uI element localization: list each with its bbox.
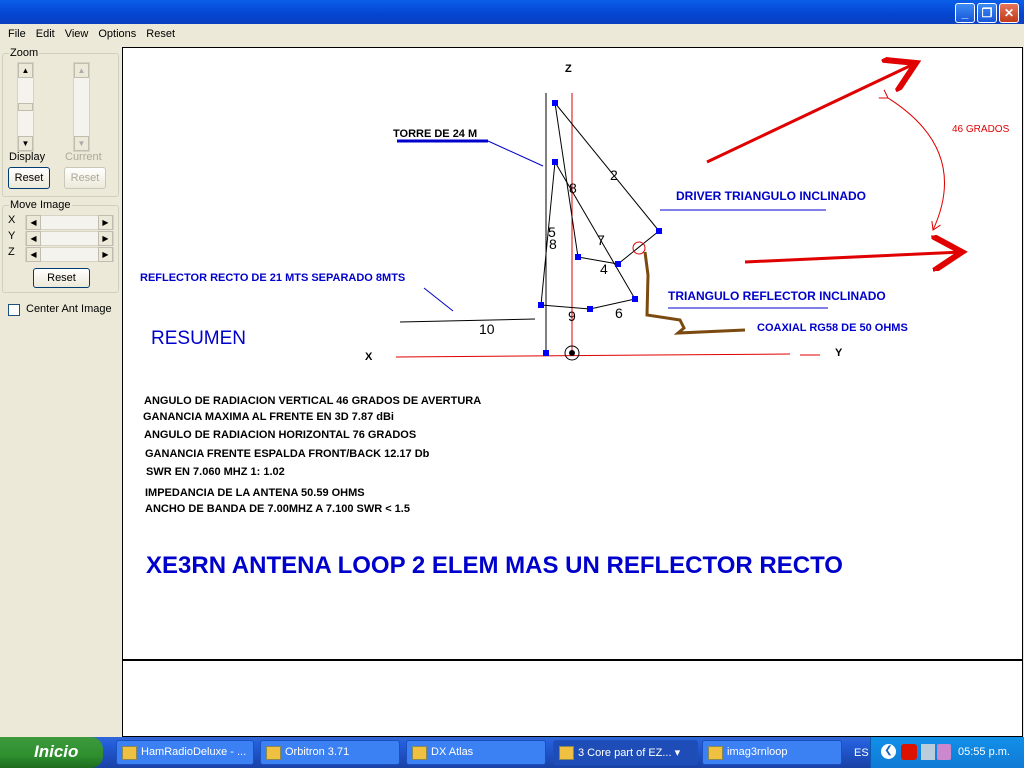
angle-arc bbox=[888, 98, 945, 230]
language-indicator[interactable]: ES bbox=[854, 747, 869, 759]
task-hamradiodeluxe[interactable]: HamRadioDeluxe - ... bbox=[116, 740, 254, 765]
system-tray: ❮ 05:55 p.m. bbox=[870, 737, 1024, 768]
node bbox=[656, 228, 662, 234]
summary-line: GANANCIA MAXIMA AL FRENTE EN 3D 7.87 dBi bbox=[143, 411, 394, 423]
app-icon bbox=[559, 746, 574, 760]
app-icon bbox=[412, 746, 427, 760]
wire-label-6: 6 bbox=[615, 305, 623, 321]
axis-y-label: Y bbox=[835, 347, 843, 359]
feed-point-icon bbox=[632, 241, 646, 255]
horizontal-axis bbox=[395, 353, 791, 358]
show-hidden-icons[interactable]: ❮ bbox=[881, 744, 896, 759]
radiation-arrow-upper bbox=[706, 63, 916, 164]
headline: XE3RN ANTENA LOOP 2 ELEM MAS UN REFLECTO… bbox=[146, 552, 843, 579]
network-icon[interactable] bbox=[921, 744, 935, 760]
node bbox=[543, 350, 549, 356]
torre-label: TORRE DE 24 M bbox=[393, 128, 477, 140]
axis-x-label: X bbox=[365, 351, 373, 363]
wire-feed bbox=[617, 230, 660, 265]
taskbar: Inicio HamRadioDeluxe - ... Orbitron 3.7… bbox=[0, 737, 1024, 768]
task-ez-group[interactable]: 3 Core part of EZ... ▾ bbox=[553, 740, 698, 765]
wire-label-10: 10 bbox=[479, 321, 495, 337]
node bbox=[552, 100, 558, 106]
tray-app-icon[interactable] bbox=[937, 744, 951, 760]
axis-z-label: Z bbox=[565, 63, 572, 75]
resumen-heading: RESUMEN bbox=[151, 328, 246, 349]
summary-line: SWR EN 7.060 MHZ 1: 1.02 bbox=[146, 466, 285, 478]
summary-list: ANGULO DE RADIACION VERTICAL 46 GRADOS D… bbox=[143, 395, 481, 515]
reflector-triangle-label: TRIANGULO REFLECTOR INCLINADO bbox=[668, 289, 886, 303]
antenna-diagram: 10 2 8 5 8 7 4 9 6 Z X Y TORRE DE 24 M D… bbox=[140, 0, 1010, 579]
folder-icon bbox=[708, 746, 723, 760]
start-label: Inicio bbox=[34, 742, 79, 761]
task-imag3rnloop[interactable]: imag3rnloop bbox=[702, 740, 842, 765]
wire-label-8b: 8 bbox=[549, 236, 557, 252]
node bbox=[552, 159, 558, 165]
node bbox=[587, 306, 593, 312]
clock[interactable]: 05:55 p.m. bbox=[958, 746, 1010, 758]
wire-label-9: 9 bbox=[568, 308, 576, 324]
antivirus-icon[interactable] bbox=[901, 744, 917, 760]
summary-line: ANCHO DE BANDA DE 7.00MHZ A 7.100 SWR < … bbox=[145, 503, 410, 515]
wire-7 bbox=[554, 161, 636, 300]
reflector-recto-label: REFLECTOR RECTO DE 21 MTS SEPARADO 8MTS bbox=[140, 272, 405, 284]
node bbox=[632, 296, 638, 302]
summary-line: GANANCIA FRENTE ESPALDA FRONT/BACK 12.17… bbox=[145, 448, 430, 460]
wire-label-8: 8 bbox=[569, 180, 577, 196]
summary-line: ANGULO DE RADIACION HORIZONTAL 76 GRADOS bbox=[144, 429, 416, 441]
driver-label: DRIVER TRIANGULO INCLINADO bbox=[676, 189, 866, 203]
angle-label: 46 GRADOS bbox=[952, 124, 1010, 135]
task-orbitron[interactable]: Orbitron 3.71 bbox=[260, 740, 400, 765]
node bbox=[538, 302, 544, 308]
wire-label-2: 2 bbox=[610, 167, 618, 183]
summary-line: IMPEDANCIA DE LA ANTENA 50.59 OHMS bbox=[145, 487, 365, 499]
app-icon bbox=[122, 746, 137, 760]
task-dxatlas[interactable]: DX Atlas bbox=[406, 740, 546, 765]
node bbox=[615, 261, 621, 267]
app-icon bbox=[266, 746, 281, 760]
origin-dot bbox=[569, 350, 575, 356]
wire-label-7: 7 bbox=[597, 232, 605, 248]
wire-2 bbox=[554, 102, 660, 232]
coax-label: COAXIAL RG58 DE 50 OHMS bbox=[757, 322, 908, 334]
wire-label-4: 4 bbox=[600, 261, 608, 277]
summary-line: ANGULO DE RADIACION VERTICAL 46 GRADOS D… bbox=[144, 395, 481, 407]
wire-nodes bbox=[538, 100, 662, 356]
node bbox=[575, 254, 581, 260]
start-button[interactable]: Inicio bbox=[0, 737, 103, 768]
radiation-arrow-lower bbox=[744, 252, 962, 262]
wire-10 bbox=[399, 318, 536, 323]
